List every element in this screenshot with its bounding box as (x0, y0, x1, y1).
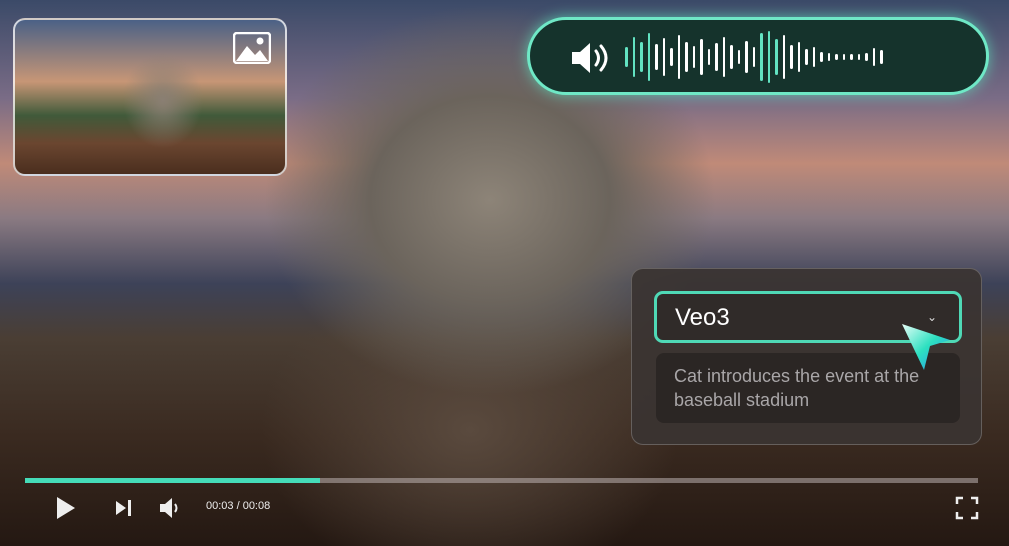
waveform-bar (715, 43, 718, 71)
waveform (625, 28, 965, 86)
waveform-bar (662, 38, 665, 76)
waveform-bar (730, 45, 733, 69)
play-icon[interactable] (55, 496, 77, 520)
waveform-bar (857, 54, 860, 60)
cursor-icon (902, 324, 950, 370)
progress-fill (25, 478, 321, 483)
waveform-bar (632, 37, 635, 77)
waveform-bar (805, 49, 808, 65)
waveform-bar (752, 47, 755, 67)
waveform-bar (670, 48, 673, 66)
waveform-bar (872, 48, 875, 66)
waveform-bar (835, 54, 838, 60)
waveform-bar (782, 35, 785, 79)
skip-next-icon[interactable] (113, 496, 135, 520)
time-display: 00:03 / 00:08 (206, 500, 271, 512)
waveform-bar (850, 54, 853, 60)
progress-bar[interactable] (25, 478, 978, 483)
waveform-bar (760, 33, 763, 81)
fullscreen-icon[interactable] (955, 496, 979, 520)
waveform-bar (625, 47, 628, 67)
waveform-bar (685, 42, 688, 72)
waveform-bar (677, 35, 680, 79)
waveform-bar (700, 39, 703, 75)
waveform-bar (655, 44, 658, 70)
waveform-bar (797, 42, 800, 72)
waveform-bar (865, 53, 868, 61)
waveform-bar (820, 52, 823, 62)
waveform-bar (790, 45, 793, 69)
waveform-bar (775, 39, 778, 75)
waveform-bar (722, 37, 725, 77)
waveform-bar (842, 54, 845, 60)
speaker-icon (572, 43, 608, 73)
waveform-bar (745, 41, 748, 73)
waveform-bar (692, 46, 695, 68)
volume-icon[interactable] (158, 496, 182, 520)
waveform-bar (827, 53, 830, 61)
audio-waveform-pill (527, 17, 989, 95)
waveform-bar (880, 50, 883, 64)
waveform-bar (707, 49, 710, 65)
video-player: Veo3 ⌄ Cat introduces the event at the b… (0, 0, 1009, 546)
image-icon (233, 32, 271, 64)
waveform-bar (647, 33, 650, 81)
selected-model: Veo3 (675, 304, 730, 331)
waveform-bar (737, 50, 740, 64)
waveform-bar (640, 42, 643, 72)
waveform-bar (767, 31, 770, 83)
waveform-bar (812, 47, 815, 67)
reference-image-thumbnail[interactable] (13, 18, 287, 176)
